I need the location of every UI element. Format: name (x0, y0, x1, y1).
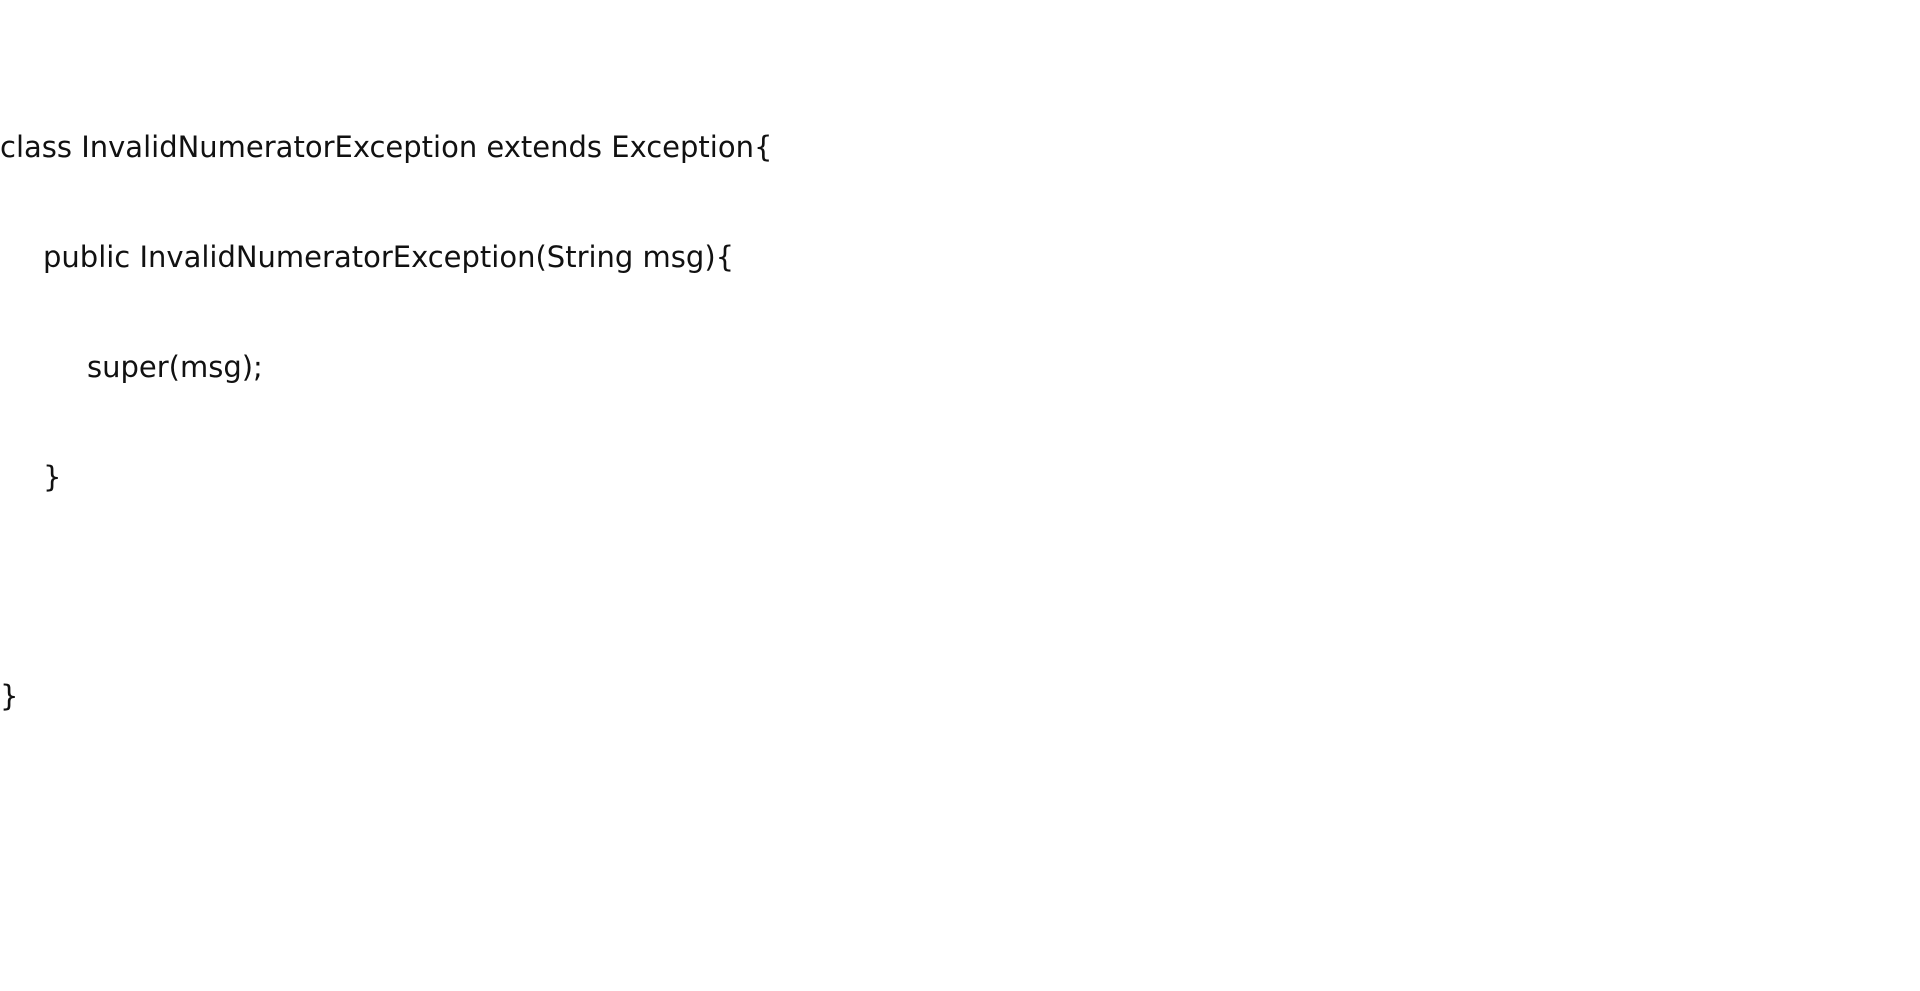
code-line-class-close-brace: } (0, 679, 19, 714)
code-line-class-declaration: class InvalidNumeratorException extends … (0, 130, 773, 165)
code-line-constructor-declaration: public InvalidNumeratorException(String … (43, 239, 735, 274)
code-block: class InvalidNumeratorException extends … (0, 56, 772, 788)
document-page: class InvalidNumeratorException extends … (0, 0, 1920, 991)
code-line-super-call: super(msg); (87, 349, 263, 384)
code-line-constructor-close-brace: } (43, 459, 62, 494)
